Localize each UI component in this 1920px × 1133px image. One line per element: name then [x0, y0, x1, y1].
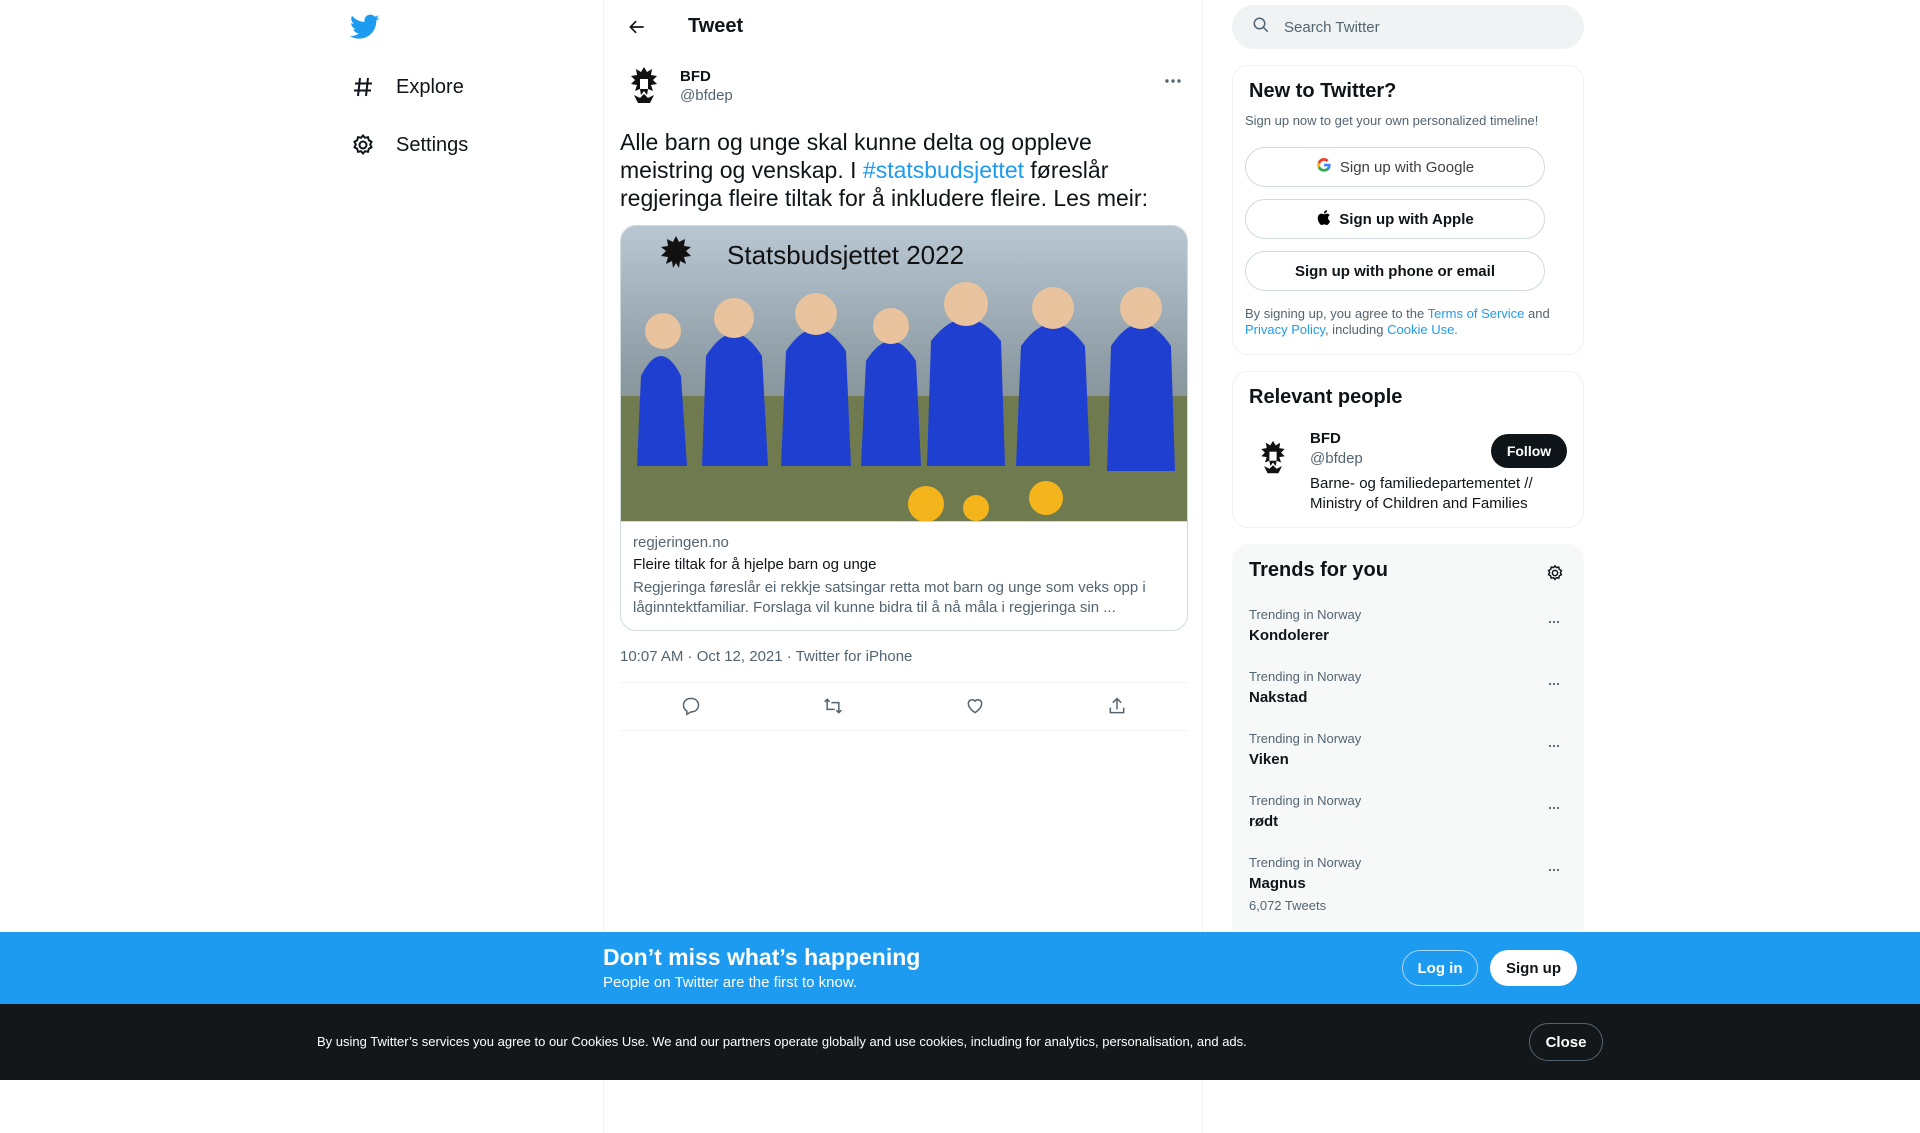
nav-label-settings: Settings: [396, 133, 469, 156]
sign-up-button[interactable]: Sign up: [1490, 950, 1577, 986]
tweet-author: BFD @bfdep: [620, 62, 1188, 110]
legal-text-2: and: [1524, 306, 1550, 321]
log-in-button[interactable]: Log in: [1402, 950, 1478, 986]
legal-text-1: By signing up, you agree to the: [1245, 306, 1428, 321]
sign-up-apple-button[interactable]: Sign up with Apple: [1245, 199, 1545, 239]
card-description: Regjeringa føreslår ei rekkje satsingar …: [633, 579, 1146, 616]
card-domain: regjeringen.no: [633, 534, 729, 551]
trends-title: Trends for you: [1249, 559, 1388, 581]
trend-title: Magnus: [1249, 875, 1306, 892]
hash-icon: [350, 74, 376, 100]
twitter-logo-icon[interactable]: [349, 14, 380, 40]
more-options-icon[interactable]: [1539, 855, 1569, 885]
more-options-icon[interactable]: [1539, 669, 1569, 699]
trend-item[interactable]: Trending in Norway Kondolerer: [1249, 607, 1569, 644]
tweet-text: Alle barn og unge skal kunne delta og op…: [620, 128, 1190, 212]
gear-icon[interactable]: [1543, 561, 1567, 585]
trend-context: Trending in Norway: [1249, 855, 1362, 870]
search-icon: [1252, 16, 1270, 39]
card-title: Fleire tiltak for å hjelpe barn og unge: [633, 556, 877, 573]
more-options-icon[interactable]: [1539, 793, 1569, 823]
author-name[interactable]: BFD: [680, 68, 733, 85]
tweet-actions: [620, 684, 1188, 728]
reply-icon[interactable]: [674, 689, 708, 723]
trend-title: rødt: [1249, 813, 1279, 830]
hashtag-link[interactable]: #statsbudsjettet: [863, 157, 1024, 183]
trend-context: Trending in Norway: [1249, 669, 1362, 684]
more-options-icon[interactable]: [1158, 66, 1188, 96]
sign-up-google-label: Sign up with Google: [1339, 158, 1475, 176]
new-to-twitter-subtitle: Sign up now to get your own personalized…: [1245, 113, 1539, 128]
page-title: Tweet: [688, 15, 744, 37]
legal-text: By signing up, you agree to the Terms of…: [1245, 306, 1565, 338]
close-button[interactable]: Close: [1529, 1023, 1603, 1061]
cookie-banner: By using Twitter’s services you agree to…: [0, 1004, 1920, 1080]
back-arrow-icon[interactable]: [620, 10, 654, 44]
avatar[interactable]: [620, 62, 668, 110]
nav-item-explore[interactable]: Explore: [350, 67, 464, 107]
trend-context: Trending in Norway: [1249, 731, 1362, 746]
nav-item-settings[interactable]: Settings: [350, 125, 468, 165]
person-handle[interactable]: @bfdep: [1310, 450, 1363, 467]
banner-title: Don’t miss what’s happening: [603, 944, 921, 970]
trend-item[interactable]: Trending in Norway Magnus 6,072 Tweets: [1249, 855, 1569, 913]
card-image: Statsbudsjettet 2022: [621, 226, 1187, 522]
card-image-caption: Statsbudsjettet 2022: [727, 240, 965, 270]
trend-item[interactable]: Trending in Norway Nakstad: [1249, 669, 1569, 706]
divider: [620, 730, 1188, 731]
trend-title: Nakstad: [1249, 689, 1308, 706]
trend-item[interactable]: Trending in Norway Viken: [1249, 731, 1569, 768]
person-bio: Barne- og familiedepartementet // Minist…: [1310, 475, 1533, 512]
google-icon: [1316, 157, 1332, 177]
banner-subtitle: People on Twitter are the first to know.: [603, 974, 858, 991]
like-icon[interactable]: [958, 689, 992, 723]
sign-up-phone-button[interactable]: Sign up with phone or email: [1245, 251, 1545, 291]
search-input[interactable]: Search Twitter: [1284, 19, 1380, 36]
apple-icon: [1316, 209, 1331, 230]
signup-banner: Don’t miss what’s happening People on Tw…: [0, 932, 1920, 1004]
trend-count: 6,072 Tweets: [1249, 898, 1327, 913]
share-icon[interactable]: [1100, 689, 1134, 723]
nav-label-explore: Explore: [396, 75, 464, 98]
divider: [620, 682, 1188, 683]
trend-title: Kondolerer: [1249, 627, 1330, 644]
search-box[interactable]: Search Twitter: [1232, 5, 1584, 49]
retweet-icon[interactable]: [816, 689, 850, 723]
sign-up-apple-label: Sign up with Apple: [1339, 210, 1474, 228]
gear-icon: [350, 132, 376, 158]
sign-up-phone-label: Sign up with phone or email: [1294, 262, 1495, 280]
author-handle[interactable]: @bfdep: [680, 87, 733, 104]
privacy-link[interactable]: Privacy Policy: [1245, 322, 1325, 337]
relevant-people-title: Relevant people: [1249, 386, 1403, 408]
sign-up-google-button[interactable]: Sign up with Google: [1245, 147, 1545, 187]
more-options-icon[interactable]: [1539, 731, 1569, 761]
link-card[interactable]: Statsbudsjettet 2022 regjeringen.no Flei…: [620, 225, 1188, 631]
trend-context: Trending in Norway: [1249, 793, 1362, 808]
trend-title: Viken: [1249, 751, 1289, 768]
cookie-link[interactable]: Cookie Use.: [1387, 322, 1458, 337]
more-options-icon[interactable]: [1539, 607, 1569, 637]
person-name[interactable]: BFD: [1310, 430, 1341, 447]
trend-context: Trending in Norway: [1249, 607, 1362, 622]
tweet-timestamp[interactable]: 10:07 AM · Oct 12, 2021 · Twitter for iP…: [620, 648, 912, 665]
follow-button[interactable]: Follow: [1491, 434, 1567, 468]
terms-link[interactable]: Terms of Service: [1428, 306, 1525, 321]
new-to-twitter-title: New to Twitter?: [1249, 80, 1397, 102]
new-to-twitter-panel: New to Twitter? Sign up now to get your …: [1232, 65, 1584, 355]
trend-item[interactable]: Trending in Norway rødt: [1249, 793, 1569, 830]
relevant-people-panel: Relevant people BFD @bfdep Barne- og fam…: [1232, 371, 1584, 528]
tweet-header: Tweet: [604, 0, 1202, 53]
avatar[interactable]: [1249, 434, 1297, 482]
cookie-text: By using Twitter’s services you agree to…: [317, 1034, 1247, 1049]
trends-panel: Trends for you Trending in Norway Kondol…: [1232, 544, 1584, 944]
legal-text-3: , including: [1324, 322, 1388, 337]
